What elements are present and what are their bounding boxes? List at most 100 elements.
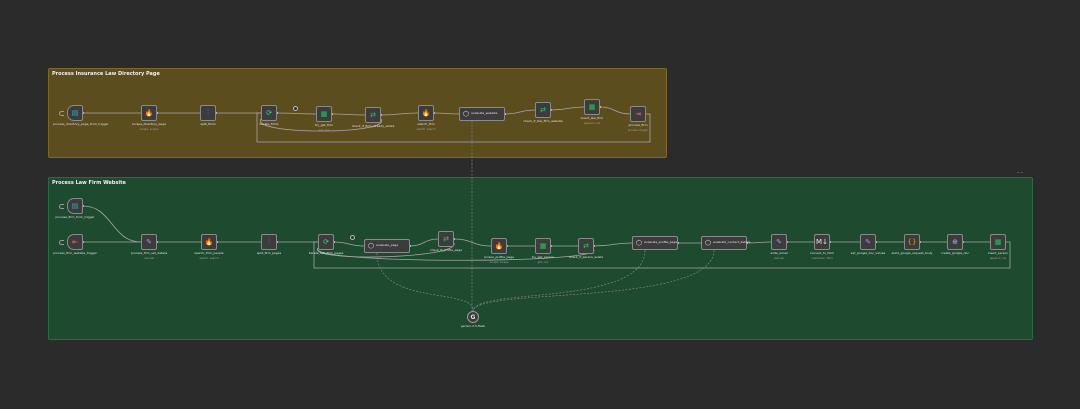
node-subtitle: scrape: scrape bbox=[139, 128, 159, 131]
node-label: iterate_firms bbox=[259, 122, 279, 126]
node-label: evaluate_contact_details bbox=[713, 240, 751, 245]
connection-line bbox=[276, 112, 317, 115]
node-scrape-profile-page[interactable]: 🔥 bbox=[491, 238, 507, 254]
filter-icon: ⇄ bbox=[443, 234, 449, 243]
node-write-email[interactable]: ✎ bbox=[771, 234, 787, 250]
sheet-icon: ▦ bbox=[539, 241, 547, 250]
exec-icon: ⇥ bbox=[635, 109, 641, 118]
loop-icon: ⟳ bbox=[323, 237, 329, 246]
node-label: process_firm bbox=[628, 123, 648, 127]
node-check-if-law-firm-website[interactable]: ⇄ bbox=[535, 102, 551, 118]
node-scrape-directory-page[interactable]: 🔥 bbox=[141, 105, 157, 121]
node-subtitle: scrape: scrape bbox=[489, 261, 509, 264]
agent-icon: ⬡ bbox=[636, 238, 643, 247]
agent-icon: ⬡ bbox=[463, 109, 470, 118]
split-icon: ⫶ bbox=[207, 108, 209, 117]
node-search-firm[interactable]: 🔥 bbox=[418, 105, 434, 121]
pencil-icon: ✎ bbox=[146, 237, 152, 246]
node-label: iterate_law_firm_pages bbox=[308, 251, 344, 255]
node-label: try_get_person bbox=[531, 255, 555, 259]
node-subtitle: process: trigger bbox=[627, 129, 649, 132]
agent-icon: ⬡ bbox=[368, 241, 375, 250]
node-label: create_google_doc bbox=[940, 251, 970, 255]
loop-done-output[interactable] bbox=[293, 106, 298, 111]
node-label: insert_person bbox=[987, 251, 1009, 255]
connection-line bbox=[599, 106, 631, 115]
node-subtitle: append: row bbox=[989, 257, 1007, 260]
node-search-firm-people[interactable]: 🔥 bbox=[201, 234, 217, 250]
node-label: split_firm_pages bbox=[256, 251, 282, 255]
node-check-if-profile-page[interactable]: ⇄ bbox=[438, 231, 454, 247]
fire-icon: 🔥 bbox=[144, 108, 154, 117]
node-iterate-firms[interactable]: ⟳ bbox=[261, 105, 277, 121]
node-label: check_if_person_exists bbox=[568, 255, 604, 259]
node-split-firm-pages[interactable]: ⫶ bbox=[261, 234, 277, 250]
node-label: check_if_law_firm_website bbox=[523, 119, 563, 123]
node-label: gemini-2.5-flash bbox=[460, 324, 486, 328]
node-label: evaluate_website bbox=[471, 111, 498, 116]
workflow-canvas[interactable]: Process Insurance Law Directory Page Pro… bbox=[0, 0, 1080, 409]
markdown-icon: M↓ bbox=[816, 237, 828, 246]
pencil-icon: ✎ bbox=[776, 237, 782, 246]
node-subtitle: search: search bbox=[199, 257, 219, 260]
node-label: scrape_directory_page bbox=[132, 122, 166, 126]
exec-trigger-icon: ⇤ bbox=[72, 237, 78, 246]
agent-icon: ⬡ bbox=[705, 238, 712, 247]
connection-line bbox=[746, 241, 772, 244]
node-evaluate-profile-page[interactable]: ⬡ evaluate_profile_page bbox=[632, 236, 678, 250]
node-check-if-firm-already-exists[interactable]: ⇄ bbox=[365, 107, 381, 123]
loop-icon: ⟳ bbox=[266, 108, 272, 117]
code-icon: {} bbox=[907, 237, 917, 246]
node-process-firm-website-trigger[interactable]: ⇤ bbox=[67, 234, 83, 250]
connections-layer bbox=[82, 106, 1011, 312]
sheet-icon: ▦ bbox=[588, 102, 596, 111]
connection-line bbox=[409, 238, 439, 247]
node-insert-person[interactable]: ▦ bbox=[990, 234, 1006, 250]
form-icon: ▤ bbox=[71, 108, 79, 117]
node-create-google-doc[interactable]: ⊕ bbox=[947, 234, 963, 250]
node-process-firm-set-details[interactable]: ✎ bbox=[141, 234, 157, 250]
gemini-model-node[interactable]: G bbox=[467, 311, 479, 323]
node-subtitle: manual bbox=[144, 257, 154, 260]
context-dots[interactable]: • • bbox=[1017, 170, 1023, 175]
connection-line bbox=[333, 241, 365, 247]
node-evaluate-contact-details[interactable]: ⬡ evaluate_contact_details bbox=[701, 236, 751, 250]
node-label: split_firms bbox=[200, 122, 216, 126]
node-set-google-doc-values[interactable]: ✎ bbox=[860, 234, 876, 250]
fire-icon: 🔥 bbox=[421, 108, 431, 117]
node-check-if-person-exists[interactable]: ⇄ bbox=[578, 238, 594, 254]
node-process-firm[interactable]: ⇥ bbox=[630, 106, 646, 122]
connection-line bbox=[550, 106, 585, 111]
loop-done-output[interactable] bbox=[350, 235, 355, 240]
node-label: evaluate_profile_page bbox=[644, 240, 678, 245]
node-try-get-firm[interactable]: ▦ bbox=[316, 106, 332, 122]
filter-icon: ⇄ bbox=[583, 241, 589, 250]
node-build-google-request-body[interactable]: {} bbox=[904, 234, 920, 250]
node-label: process_directory_page_form_trigger bbox=[53, 122, 109, 126]
sheet-icon: ▦ bbox=[994, 237, 1002, 246]
node-iterate-law-firm-pages[interactable]: ⟳ bbox=[318, 234, 334, 250]
node-subtitle: get: row bbox=[537, 261, 549, 264]
node-convert-to-html[interactable]: M↓ bbox=[814, 234, 830, 250]
node-process-directory-page-form-trigger[interactable]: ▤ bbox=[67, 105, 83, 121]
fire-icon: 🔥 bbox=[494, 241, 504, 250]
node-label: insert_law_firm bbox=[580, 116, 604, 120]
node-label: evaluate_page bbox=[376, 243, 399, 248]
form-icon: ▤ bbox=[71, 201, 79, 210]
node-evaluate-page[interactable]: ⬡ evaluate_page bbox=[364, 239, 410, 253]
fire-icon: 🔥 bbox=[204, 237, 214, 246]
split-icon: ⫶ bbox=[268, 237, 270, 246]
node-label: set_google_doc_values bbox=[850, 251, 886, 255]
node-insert-law-firm[interactable]: ▦ bbox=[584, 99, 600, 115]
node-subtitle: markdown: html bbox=[811, 257, 833, 260]
connection-line bbox=[593, 242, 633, 247]
node-evaluate-website[interactable]: ⬡ evaluate_website bbox=[459, 107, 505, 121]
node-split-firms[interactable]: ⫶ bbox=[200, 105, 216, 121]
node-process-firm-form-trigger[interactable]: ▤ bbox=[67, 198, 83, 214]
filter-icon: ⇄ bbox=[370, 110, 376, 119]
node-label: process_firm_website_trigger bbox=[53, 251, 97, 255]
node-label: try_get_firm bbox=[314, 123, 334, 127]
node-label: process_firm_form_trigger bbox=[55, 215, 95, 219]
node-label: write_email bbox=[770, 251, 788, 255]
node-try-get-person[interactable]: ▦ bbox=[535, 238, 551, 254]
